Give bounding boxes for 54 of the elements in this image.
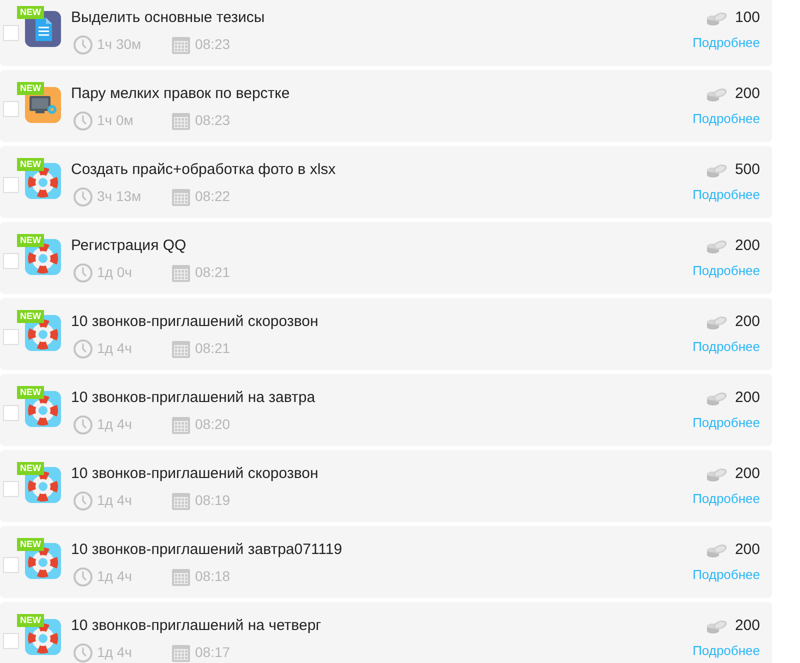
new-badge: NEW bbox=[17, 234, 44, 247]
details-link[interactable]: Подробнее bbox=[692, 337, 760, 356]
new-badge: NEW bbox=[17, 82, 44, 95]
duration: 1д 4ч bbox=[97, 339, 133, 358]
post-time: 08:23 bbox=[195, 111, 230, 130]
details-link[interactable]: Подробнее bbox=[692, 33, 760, 52]
price: 200 bbox=[734, 616, 760, 636]
post-time: 08:21 bbox=[195, 339, 230, 358]
price: 200 bbox=[734, 464, 760, 484]
duration: 1д 4ч bbox=[97, 567, 133, 586]
duration: 1ч 0м bbox=[97, 111, 134, 130]
new-badge: NEW bbox=[17, 614, 44, 627]
price: 200 bbox=[734, 388, 760, 408]
details-link[interactable]: Подробнее bbox=[692, 185, 760, 204]
task-title: Пару мелких правок по верстке bbox=[71, 84, 290, 104]
new-badge: NEW bbox=[17, 538, 44, 551]
task-title: 10 звонков-приглашений скорозвон bbox=[71, 312, 318, 332]
new-badge: NEW bbox=[17, 310, 44, 323]
price: 200 bbox=[734, 312, 760, 332]
task-title: 10 звонков-приглашений завтра071119 bbox=[71, 540, 342, 560]
post-time: 08:18 bbox=[195, 567, 230, 586]
task-title: 10 звонков-приглашений скорозвон bbox=[71, 464, 318, 484]
task-title: Создать прайс+обработка фото в xlsx bbox=[71, 160, 336, 180]
new-badge: NEW bbox=[17, 6, 44, 19]
price: 200 bbox=[734, 84, 760, 104]
post-time: 08:23 bbox=[195, 35, 230, 54]
post-time: 08:19 bbox=[195, 491, 230, 510]
details-link[interactable]: Подробнее bbox=[692, 261, 760, 280]
post-time: 08:22 bbox=[195, 187, 230, 206]
price: 200 bbox=[734, 540, 760, 560]
duration: 1д 0ч bbox=[97, 263, 133, 282]
duration: 3ч 13м bbox=[97, 187, 142, 206]
price: 200 bbox=[734, 236, 760, 256]
details-link[interactable]: Подробнее bbox=[692, 489, 760, 508]
post-time: 08:17 bbox=[195, 643, 230, 662]
details-link[interactable]: Подробнее bbox=[692, 413, 760, 432]
new-badge: NEW bbox=[17, 158, 44, 171]
price: 500 bbox=[734, 160, 760, 180]
details-link[interactable]: Подробнее bbox=[692, 109, 760, 128]
duration: 1д 4ч bbox=[97, 643, 133, 662]
duration: 1д 4ч bbox=[97, 491, 133, 510]
duration: 1д 4ч bbox=[97, 415, 133, 434]
task-title: 10 звонков-приглашений на четверг bbox=[71, 616, 322, 636]
details-link[interactable]: Подробнее bbox=[692, 641, 760, 660]
task-title: Регистрация QQ bbox=[71, 236, 188, 256]
post-time: 08:20 bbox=[195, 415, 230, 434]
task-title: 10 звонков-приглашений на завтра bbox=[71, 388, 316, 408]
post-time: 08:21 bbox=[195, 263, 230, 282]
new-badge: NEW bbox=[17, 386, 44, 399]
task-title: Выделить основные тезисы bbox=[71, 8, 265, 28]
details-link[interactable]: Подробнее bbox=[692, 565, 760, 584]
duration: 1ч 30м bbox=[97, 35, 142, 54]
price: 100 bbox=[734, 8, 760, 28]
new-badge: NEW bbox=[17, 462, 44, 475]
